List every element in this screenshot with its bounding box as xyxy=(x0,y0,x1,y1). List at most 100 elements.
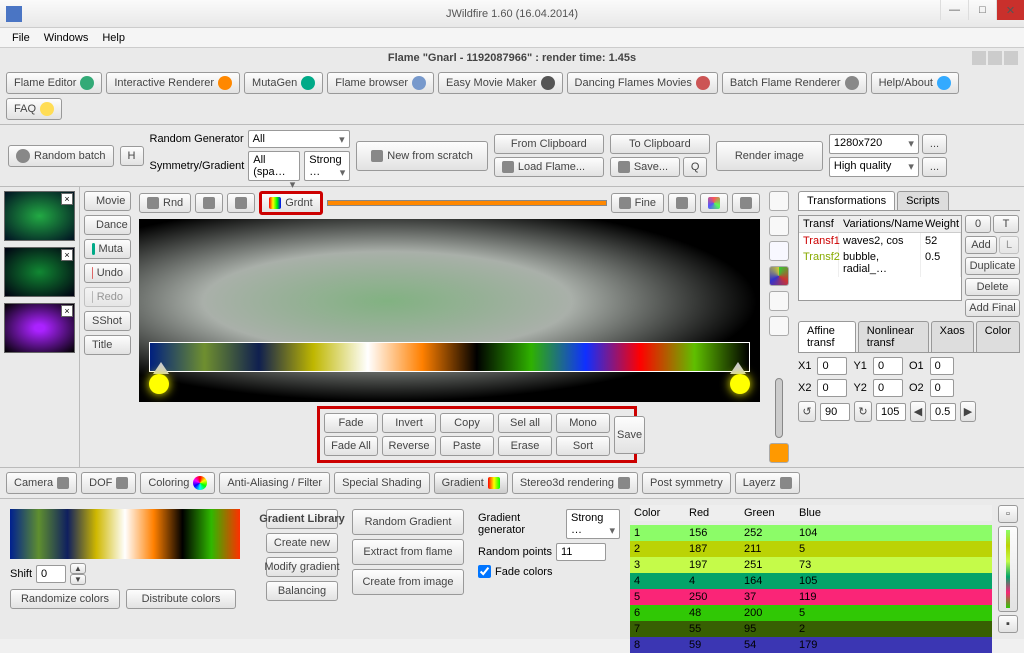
fade-all-button[interactable]: Fade All xyxy=(324,436,378,456)
sub-close-icon[interactable] xyxy=(1004,51,1018,65)
tab-camera[interactable]: Camera xyxy=(6,472,77,494)
speaker-icon[interactable] xyxy=(769,443,789,463)
color-table-row[interactable]: 6482005 xyxy=(630,605,992,621)
color-table-row[interactable]: 1156252104 xyxy=(630,525,992,541)
grid-button[interactable] xyxy=(668,193,696,213)
x1-input[interactable] xyxy=(817,357,847,375)
sshot-button[interactable]: SShot xyxy=(84,311,131,331)
tab-dof[interactable]: DOF xyxy=(81,472,136,494)
thumb-close-icon[interactable]: × xyxy=(61,305,73,317)
arrow-left-icon[interactable]: ◀ xyxy=(910,401,926,422)
collapse-icon[interactable]: ▪ xyxy=(998,615,1018,633)
canvas-tool-1[interactable] xyxy=(195,193,223,213)
scale-input[interactable] xyxy=(876,403,906,421)
gradient-preview[interactable] xyxy=(10,509,240,559)
l-button[interactable]: L xyxy=(999,236,1019,254)
close-button[interactable]: ✕ xyxy=(996,0,1024,20)
modify-gradient-tab[interactable]: Modify gradient xyxy=(266,557,338,577)
q-button[interactable]: Q xyxy=(683,157,708,177)
gradient-end-triangle-icon[interactable] xyxy=(730,362,746,374)
menu-file[interactable]: File xyxy=(8,30,34,45)
move-input[interactable] xyxy=(930,403,956,421)
redo-button[interactable]: Redo xyxy=(84,287,131,307)
gradient-start-marker[interactable] xyxy=(149,374,169,394)
canvas-tool-2[interactable] xyxy=(227,193,255,213)
quality-select[interactable]: High quality xyxy=(829,157,919,177)
render-image-button[interactable]: Render image xyxy=(716,141,823,171)
tab-batch-renderer[interactable]: Batch Flame Renderer xyxy=(722,72,867,94)
thumb-close-icon[interactable]: × xyxy=(61,249,73,261)
link-button[interactable] xyxy=(732,193,760,213)
movie-button[interactable]: Movie xyxy=(84,191,131,211)
subtab-nonlinear[interactable]: Nonlinear transf xyxy=(858,321,929,352)
tab-layerz[interactable]: Layerz xyxy=(735,472,800,494)
sub-min-icon[interactable] xyxy=(972,51,986,65)
create-from-image-button[interactable]: Create from image xyxy=(352,569,464,595)
subtab-affine[interactable]: Affine transf xyxy=(798,321,856,352)
copy-button[interactable]: Copy xyxy=(440,413,494,433)
random-batch-button[interactable]: Random batch xyxy=(8,145,114,167)
thumbnail-1[interactable]: × xyxy=(4,191,75,241)
vertical-gradient-preview[interactable] xyxy=(998,526,1018,612)
tab-stereo3d[interactable]: Stereo3d rendering xyxy=(512,472,638,494)
paste-button[interactable]: Paste xyxy=(440,436,494,456)
new-from-scratch-button[interactable]: New from scratch xyxy=(356,141,488,171)
gradient-select[interactable]: Strong … xyxy=(304,151,350,181)
add-final-button[interactable]: Add Final xyxy=(965,299,1020,317)
t-button[interactable]: T xyxy=(993,215,1019,233)
erase-button[interactable]: Erase xyxy=(498,436,552,456)
zero-button[interactable]: 0 xyxy=(965,215,991,233)
rotate-input[interactable] xyxy=(820,403,850,421)
invert-button[interactable]: Invert xyxy=(382,413,436,433)
vertical-slider[interactable] xyxy=(775,378,783,438)
h-button[interactable]: H xyxy=(120,146,144,166)
tab-scripts[interactable]: Scripts xyxy=(897,191,949,210)
o1-input[interactable] xyxy=(930,357,954,375)
tool-triangle-icon[interactable] xyxy=(769,241,789,261)
title-button[interactable]: Title xyxy=(84,335,131,355)
fade-button[interactable]: Fade xyxy=(324,413,378,433)
o2-input[interactable] xyxy=(930,379,954,397)
distribute-colors-button[interactable]: Distribute colors xyxy=(126,589,236,609)
thumbnail-3[interactable]: × xyxy=(4,303,75,353)
tab-mutagen[interactable]: MutaGen xyxy=(244,72,323,94)
tool-target-icon[interactable] xyxy=(769,316,789,336)
tab-coloring[interactable]: Coloring xyxy=(140,472,215,494)
minimize-button[interactable]: — xyxy=(940,0,968,20)
tab-transformations[interactable]: Transformations xyxy=(798,191,895,210)
sub-max-icon[interactable] xyxy=(988,51,1002,65)
extract-from-flame-button[interactable]: Extract from flame xyxy=(352,539,464,565)
random-gen-select[interactable]: All xyxy=(248,130,350,148)
shift-input[interactable] xyxy=(36,565,66,583)
color-table-row[interactable]: 525037119 xyxy=(630,589,992,605)
create-new-tab[interactable]: Create new xyxy=(266,533,338,553)
mono-button[interactable]: Mono xyxy=(556,413,610,433)
grdnt-button[interactable]: Grdnt xyxy=(259,191,323,215)
subtab-xaos[interactable]: Xaos xyxy=(931,321,974,352)
randomize-colors-button[interactable]: Randomize colors xyxy=(10,589,120,609)
deselect-icon[interactable]: ▫ xyxy=(998,505,1018,523)
tab-post-symmetry[interactable]: Post symmetry xyxy=(642,472,731,494)
gradient-library-tab[interactable]: Gradient Library xyxy=(266,509,338,529)
color-table-row[interactable]: 85954179 xyxy=(630,637,992,653)
rnd-button[interactable]: Rnd xyxy=(139,193,191,213)
quality-more-button[interactable]: ... xyxy=(922,157,947,177)
dance-button[interactable]: Dance xyxy=(84,215,131,235)
y1-input[interactable] xyxy=(873,357,903,375)
shift-down-icon[interactable]: ▼ xyxy=(70,574,86,585)
tab-flame-browser[interactable]: Flame browser xyxy=(327,72,434,94)
save-gradient-button[interactable]: Save xyxy=(614,416,645,454)
maximize-button[interactable]: □ xyxy=(968,0,996,20)
tool-dots-icon[interactable] xyxy=(769,266,789,286)
undo-button[interactable]: Undo xyxy=(84,263,131,283)
save-flame-button[interactable]: Save... xyxy=(610,157,680,177)
x2-input[interactable] xyxy=(817,379,847,397)
tab-special-shading[interactable]: Special Shading xyxy=(334,472,430,494)
menu-help[interactable]: Help xyxy=(98,30,129,45)
symmetry-select[interactable]: All (spa… xyxy=(248,151,300,181)
table-row[interactable]: Transf1 waves2, cos 52 xyxy=(799,233,961,249)
tab-interactive-renderer[interactable]: Interactive Renderer xyxy=(106,72,240,94)
rotate-right-icon[interactable]: ↻ xyxy=(854,401,872,422)
menu-windows[interactable]: Windows xyxy=(40,30,93,45)
gradient-strip[interactable] xyxy=(149,342,750,372)
